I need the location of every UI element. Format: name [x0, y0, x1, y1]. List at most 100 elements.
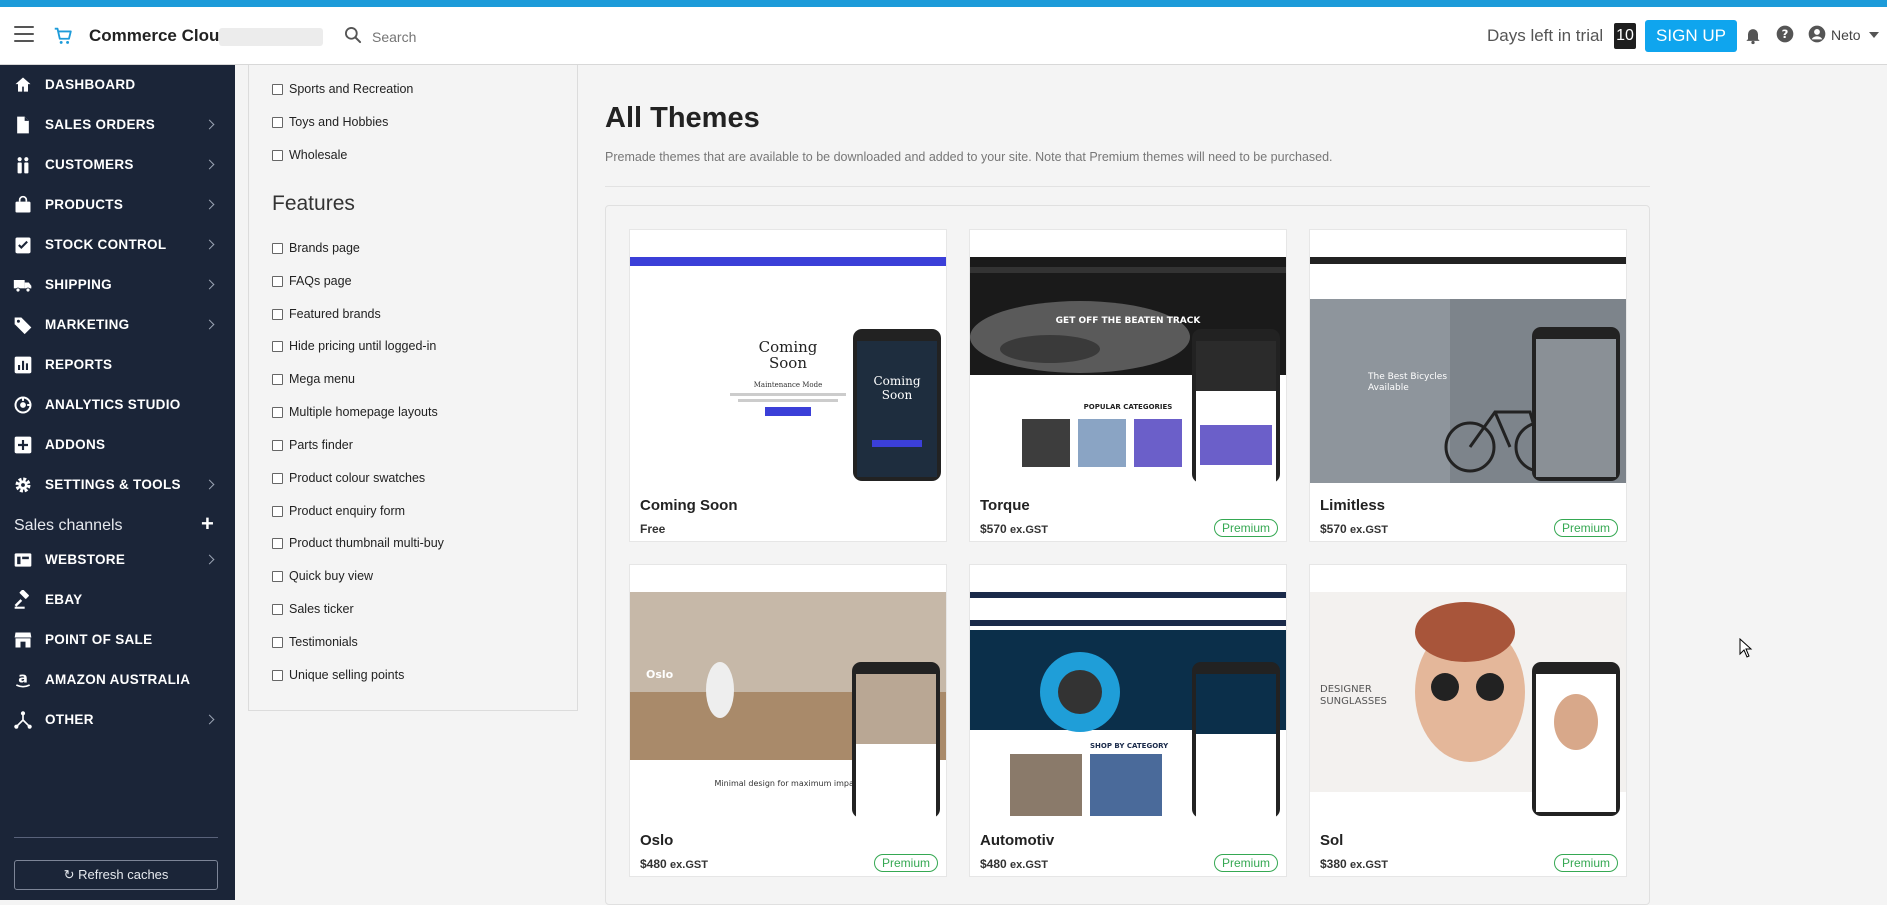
- add-channel-icon[interactable]: +: [201, 511, 214, 537]
- filter-feature[interactable]: Mega menu: [272, 369, 355, 389]
- checkbox[interactable]: [272, 242, 283, 254]
- sidebar-item-addons[interactable]: ADDONS: [0, 427, 235, 463]
- checkbox[interactable]: [272, 116, 283, 128]
- sidebar-item-point-of-sale[interactable]: POINT OF SALE: [0, 622, 235, 658]
- checkbox[interactable]: [272, 505, 283, 517]
- sidebar-item-shipping[interactable]: SHIPPING: [0, 267, 235, 303]
- filter-feature[interactable]: Quick buy view: [272, 566, 373, 586]
- svg-text:?: ?: [1782, 27, 1789, 41]
- refresh-caches-button[interactable]: ↻ Refresh caches: [14, 860, 218, 890]
- checkbox[interactable]: [272, 439, 283, 451]
- sidebar-item-ebay[interactable]: EBAY: [0, 582, 235, 618]
- checkbox[interactable]: [272, 636, 283, 648]
- filter-toys-and-hobbies[interactable]: Toys and Hobbies: [272, 112, 388, 132]
- filter-feature[interactable]: Multiple homepage layouts: [272, 402, 438, 422]
- theme-card-automotiv[interactable]: SHOP BY CATEGORY Automotiv $480 ex.GST P…: [969, 564, 1287, 877]
- checkbox[interactable]: [272, 669, 283, 681]
- sidebar-item-settings-tools[interactable]: SETTINGS & TOOLS: [0, 467, 235, 503]
- webstore-icon: [14, 553, 32, 567]
- tag-icon: [14, 317, 32, 335]
- checkbox[interactable]: [272, 406, 283, 418]
- filter-feature[interactable]: Sales ticker: [272, 599, 354, 619]
- filter-label: Product enquiry form: [289, 504, 406, 518]
- filter-feature[interactable]: Brands page: [272, 238, 360, 258]
- sidebar-item-label: DASHBOARD: [45, 77, 136, 92]
- filter-sports-and-recreation[interactable]: Sports and Recreation: [272, 79, 413, 99]
- sidebar-item-other[interactable]: OTHER: [0, 702, 235, 738]
- chevron-right-icon: [204, 199, 215, 210]
- filter-feature[interactable]: FAQs page: [272, 271, 352, 291]
- sidebar-item-marketing[interactable]: MARKETING: [0, 307, 235, 343]
- sidebar-item-stock-control[interactable]: STOCK CONTROL: [0, 227, 235, 263]
- bell-icon[interactable]: [1743, 24, 1763, 46]
- filter-wholesale[interactable]: Wholesale: [272, 145, 347, 165]
- sidebar-item-dashboard[interactable]: DASHBOARD: [0, 67, 235, 103]
- theme-price-suffix: ex.GST: [1350, 524, 1388, 536]
- cart-icon[interactable]: [52, 25, 74, 47]
- sidebar-divider: [14, 837, 218, 838]
- checklist-icon: [15, 237, 31, 254]
- premium-badge: Premium: [1553, 854, 1618, 872]
- checkbox[interactable]: [272, 149, 283, 161]
- sidebar-item-products[interactable]: PRODUCTS: [0, 187, 235, 223]
- checkbox[interactable]: [272, 340, 283, 352]
- checkbox[interactable]: [272, 308, 283, 320]
- filter-feature[interactable]: Featured brands: [272, 304, 381, 324]
- refresh-icon: ↻: [63, 867, 79, 882]
- help-icon[interactable]: ?: [1775, 24, 1795, 44]
- theme-card-limitless[interactable]: The Best Bicycles Available Limitless $5…: [1309, 229, 1627, 542]
- filter-feature[interactable]: Product colour swatches: [272, 468, 425, 488]
- menu-icon[interactable]: [14, 26, 34, 42]
- svg-text:SHOP BY CATEGORY: SHOP BY CATEGORY: [1090, 742, 1169, 750]
- sidebar-item-reports[interactable]: REPORTS: [0, 347, 235, 383]
- filter-feature[interactable]: Product enquiry form: [272, 501, 405, 521]
- sidebar-item-analytics-studio[interactable]: ANALYTICS STUDIO: [0, 387, 235, 423]
- sidebar-item-customers[interactable]: CUSTOMERS: [0, 147, 235, 183]
- checkbox[interactable]: [272, 83, 283, 95]
- filter-feature[interactable]: Unique selling points: [272, 665, 404, 685]
- search-input[interactable]: [372, 24, 622, 50]
- svg-text:Coming: Coming: [873, 374, 920, 388]
- theme-card-oslo[interactable]: Oslo Minimal design for maximum impact O…: [629, 564, 947, 877]
- user-avatar-icon[interactable]: [1807, 24, 1827, 44]
- theme-card-sol[interactable]: DESIGNER SUNGLASSES Sol $380 ex.GST Prem…: [1309, 564, 1627, 877]
- svg-text:SUNGLASSES: SUNGLASSES: [1320, 696, 1387, 707]
- sidebar-item-sales-orders[interactable]: SALES ORDERS: [0, 107, 235, 143]
- checkbox[interactable]: [272, 472, 283, 484]
- filter-label: Sports and Recreation: [289, 82, 414, 96]
- top-bar: Commerce Cloud Days left in trial 10 SIG…: [0, 7, 1887, 65]
- theme-price-value: $570: [980, 522, 1007, 536]
- checkbox[interactable]: [272, 603, 283, 615]
- checkbox[interactable]: [272, 570, 283, 582]
- sidebar-item-label: SHIPPING: [45, 277, 112, 292]
- sidebar-item-webstore[interactable]: WEBSTORE: [0, 542, 235, 578]
- filter-feature[interactable]: Product thumbnail multi-buy: [272, 533, 444, 553]
- theme-price-value: $480: [980, 857, 1007, 871]
- signup-button[interactable]: SIGN UP: [1645, 20, 1737, 52]
- theme-card-coming-soon[interactable]: Coming Soon Maintenance Mode Coming Soon…: [629, 229, 947, 542]
- checkbox[interactable]: [272, 373, 283, 385]
- premium-badge: Premium: [1213, 519, 1278, 537]
- caret-down-icon[interactable]: [1869, 32, 1879, 38]
- sales-channels-heading: Sales channels: [14, 517, 123, 534]
- theme-price-value: $570: [1320, 522, 1347, 536]
- theme-card-torque[interactable]: GET OFF THE BEATEN TRACK POPULAR CATEGOR…: [969, 229, 1287, 542]
- sidebar-item-label: OTHER: [45, 712, 94, 727]
- user-name[interactable]: Neto: [1831, 27, 1861, 43]
- filter-feature[interactable]: Parts finder: [272, 435, 353, 455]
- filter-feature[interactable]: Hide pricing until logged-in: [272, 336, 436, 356]
- checkbox[interactable]: [272, 275, 283, 287]
- filter-label: FAQs page: [289, 274, 352, 288]
- filter-label: Quick buy view: [289, 569, 374, 583]
- theme-price: $480 ex.GST: [640, 857, 708, 871]
- sidebar-item-label: SALES ORDERS: [45, 117, 156, 132]
- bag-icon: [15, 195, 31, 213]
- truck-icon: [13, 280, 32, 293]
- filter-label: Wholesale: [289, 148, 348, 162]
- checkbox[interactable]: [272, 537, 283, 549]
- sidebar-item-amazon-australia[interactable]: a AMAZON AUSTRALIA: [0, 662, 235, 698]
- theme-price: $480 ex.GST: [980, 857, 1048, 871]
- filter-feature[interactable]: Testimonials: [272, 632, 358, 652]
- filter-panel: Sports and Recreation Toys and Hobbies W…: [248, 65, 578, 711]
- theme-name: Automotiv: [980, 832, 1055, 849]
